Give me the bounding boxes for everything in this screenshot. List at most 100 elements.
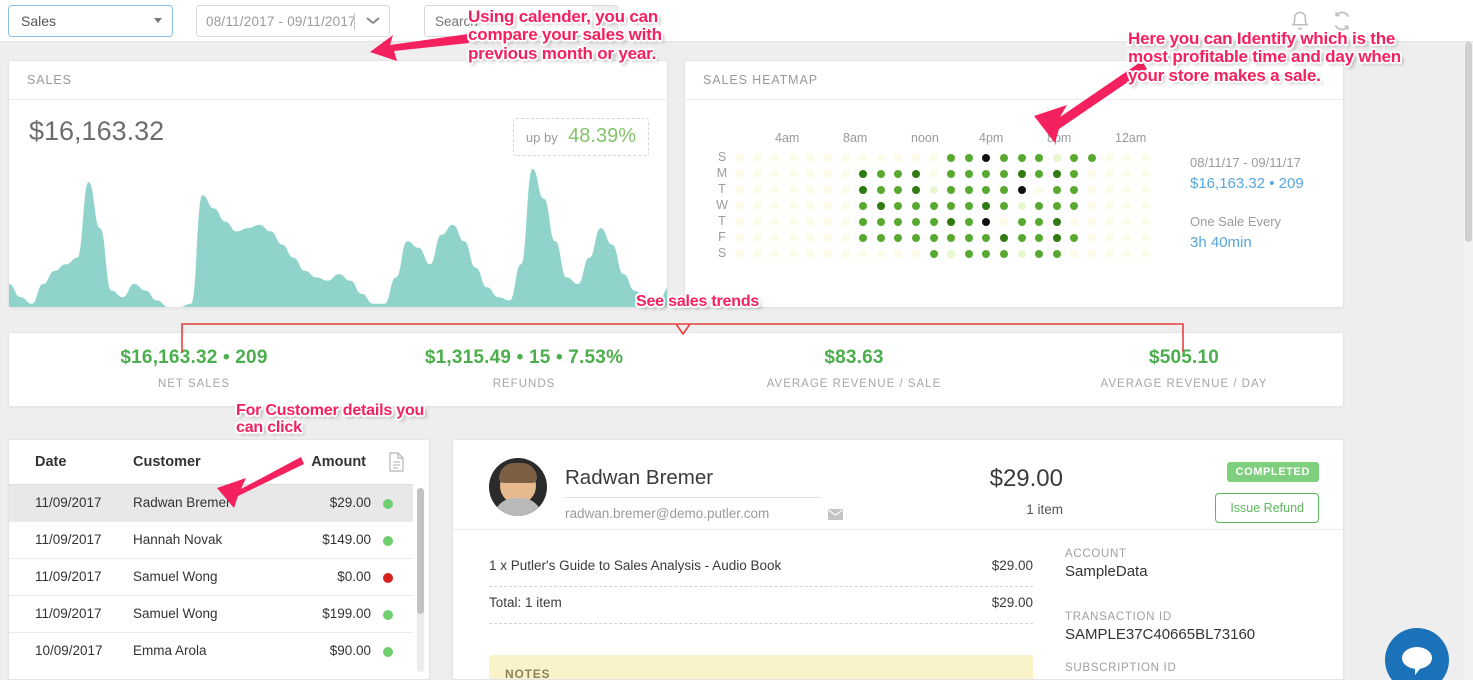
heatmap-cell[interactable] <box>929 186 938 194</box>
column-header-date[interactable]: Date <box>35 454 66 470</box>
heatmap-cell[interactable] <box>753 186 762 194</box>
heatmap-cell[interactable] <box>1088 250 1096 258</box>
heatmap-cell[interactable] <box>841 154 850 162</box>
heatmap-cell[interactable] <box>912 250 920 258</box>
heatmap-cadence-value[interactable]: 3h 40min <box>1190 234 1340 251</box>
heatmap-cell[interactable] <box>1088 202 1096 210</box>
heatmap-cell[interactable] <box>736 250 744 258</box>
column-header-customer[interactable]: Customer <box>133 454 201 470</box>
heatmap-cell[interactable] <box>1140 202 1149 210</box>
heatmap-cell[interactable] <box>912 186 920 194</box>
heatmap-cell[interactable] <box>1088 170 1096 178</box>
heatmap-cell[interactable] <box>788 234 797 242</box>
document-icon[interactable] <box>388 452 405 472</box>
table-row[interactable]: 11/09/2017 Samuel Wong $199.00 <box>9 595 413 632</box>
heatmap-cell[interactable] <box>753 218 762 226</box>
issue-refund-button[interactable]: Issue Refund <box>1215 493 1319 523</box>
heatmap-cell[interactable] <box>1017 250 1026 258</box>
heatmap-cell[interactable] <box>929 250 938 258</box>
heatmap-cell[interactable] <box>1052 202 1061 210</box>
heatmap-cell[interactable] <box>841 170 850 178</box>
heatmap-cell[interactable] <box>912 170 920 178</box>
heatmap-cell[interactable] <box>876 234 885 242</box>
heatmap-cell[interactable] <box>1000 186 1008 194</box>
heatmap-cell[interactable] <box>876 170 885 178</box>
table-row[interactable]: 11/09/2017 Hannah Novak $149.00 <box>9 521 413 558</box>
heatmap-cell[interactable] <box>1140 170 1149 178</box>
heatmap-cell[interactable] <box>929 218 938 226</box>
column-header-amount[interactable]: Amount <box>311 454 366 470</box>
heatmap-cell[interactable] <box>736 202 744 210</box>
heatmap-cell[interactable] <box>964 218 973 226</box>
heatmap-cell[interactable] <box>929 202 938 210</box>
table-row[interactable]: 11/09/2017 Samuel Wong $0.00 <box>9 558 413 595</box>
heatmap-cell[interactable] <box>964 154 973 162</box>
customer-email[interactable]: radwan.bremer@demo.putler.com <box>565 506 769 521</box>
heatmap-cell[interactable] <box>1105 250 1114 258</box>
transactions-scrollbar[interactable] <box>417 488 424 672</box>
heatmap-cell[interactable] <box>876 154 885 162</box>
heatmap-cell[interactable] <box>824 250 832 258</box>
heatmap-cell[interactable] <box>824 170 832 178</box>
heatmap-cell[interactable] <box>753 202 762 210</box>
heatmap-cell[interactable] <box>788 170 797 178</box>
heatmap-cell[interactable] <box>1000 170 1008 178</box>
heatmap-cell[interactable] <box>841 250 850 258</box>
heatmap-cell[interactable] <box>964 202 973 210</box>
heatmap-cell[interactable] <box>964 170 973 178</box>
heatmap-cell[interactable] <box>912 202 920 210</box>
heatmap-cell[interactable] <box>964 186 973 194</box>
heatmap-cell[interactable] <box>753 234 762 242</box>
chat-widget-button[interactable] <box>1385 628 1449 680</box>
heatmap-cell[interactable] <box>1017 202 1026 210</box>
heatmap-cell[interactable] <box>1140 186 1149 194</box>
heatmap-cell[interactable] <box>1052 154 1061 162</box>
heatmap-cell[interactable] <box>1017 154 1026 162</box>
heatmap-cell[interactable] <box>1088 186 1096 194</box>
heatmap-cell[interactable] <box>736 218 744 226</box>
heatmap-cell[interactable] <box>1000 234 1008 242</box>
heatmap-cell[interactable] <box>1052 186 1061 194</box>
heatmap-cell[interactable] <box>929 154 938 162</box>
heatmap-cell[interactable] <box>841 202 850 210</box>
heatmap-cell[interactable] <box>1140 218 1149 226</box>
heatmap-cell[interactable] <box>841 218 850 226</box>
heatmap-cell[interactable] <box>824 186 832 194</box>
heatmap-cell[interactable] <box>1052 234 1061 242</box>
heatmap-cell[interactable] <box>1088 218 1096 226</box>
heatmap-cell[interactable] <box>964 250 973 258</box>
heatmap-total[interactable]: $16,163.32 • 209 <box>1190 175 1340 192</box>
heatmap-cell[interactable] <box>824 218 832 226</box>
table-row[interactable]: 10/09/2017 Emma Arola $90.00 <box>9 632 413 669</box>
heatmap-cell[interactable] <box>876 186 885 194</box>
heatmap-cell[interactable] <box>788 218 797 226</box>
heatmap-cell[interactable] <box>1140 154 1149 162</box>
envelope-icon[interactable] <box>828 507 843 520</box>
heatmap-cell[interactable] <box>788 202 797 210</box>
heatmap-cell[interactable] <box>1052 218 1061 226</box>
heatmap-cell[interactable] <box>929 234 938 242</box>
heatmap-cell[interactable] <box>736 154 744 162</box>
heatmap-cell[interactable] <box>1140 250 1149 258</box>
heatmap-cell[interactable] <box>964 234 973 242</box>
heatmap-cell[interactable] <box>1017 170 1026 178</box>
heatmap-cell[interactable] <box>824 234 832 242</box>
heatmap-cell[interactable] <box>1105 202 1114 210</box>
heatmap-cell[interactable] <box>824 154 832 162</box>
heatmap-cell[interactable] <box>1105 186 1114 194</box>
heatmap-cell[interactable] <box>736 170 744 178</box>
heatmap-cell[interactable] <box>929 170 938 178</box>
heatmap-cell[interactable] <box>753 250 762 258</box>
heatmap-cell[interactable] <box>1052 170 1061 178</box>
heatmap-cell[interactable] <box>1105 218 1114 226</box>
heatmap-cell[interactable] <box>788 154 797 162</box>
heatmap-cell[interactable] <box>1088 154 1096 162</box>
heatmap-cell[interactable] <box>1000 202 1008 210</box>
heatmap-cell[interactable] <box>1088 234 1096 242</box>
heatmap-cell[interactable] <box>736 186 744 194</box>
heatmap-cell[interactable] <box>912 218 920 226</box>
heatmap-cell[interactable] <box>912 154 920 162</box>
heatmap-cell[interactable] <box>1000 218 1008 226</box>
heatmap-cell[interactable] <box>753 154 762 162</box>
heatmap-cell[interactable] <box>788 186 797 194</box>
